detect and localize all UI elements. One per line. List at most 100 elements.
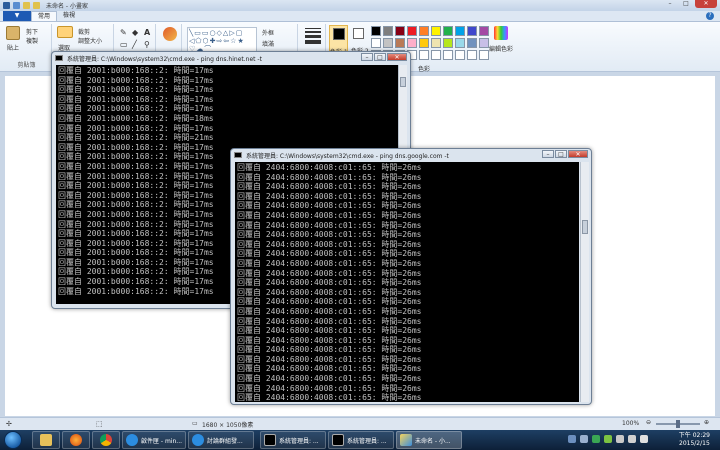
zoom-in-icon[interactable]: ⊕ (704, 419, 709, 426)
color-swatch[interactable] (443, 26, 453, 36)
file-menu-button[interactable]: ▼ (3, 11, 31, 21)
color-swatch[interactable] (455, 50, 465, 60)
color-swatch[interactable] (419, 38, 429, 48)
color-swatch[interactable] (479, 50, 489, 60)
clock[interactable]: 下午 02:29 2015/2/15 (679, 432, 710, 448)
taskbar-ie-2[interactable]: 討論群組發... (188, 431, 254, 449)
console-line: 回覆自 2001:b000:168::2: 時間=17ms (58, 209, 214, 219)
color-swatch[interactable] (467, 50, 477, 60)
save-icon[interactable] (13, 2, 20, 9)
console-line: 回覆自 2404:6800:4008:c01::65: 時間=26ms (237, 191, 422, 201)
color-swatch[interactable] (431, 50, 441, 60)
size-icon[interactable] (305, 28, 321, 44)
taskbar-paint[interactable]: 未命名 - 小... (396, 431, 462, 449)
console-line: 回覆自 2404:6800:4008:c01::65: 時間=26ms (237, 383, 422, 393)
cut-button[interactable]: 剪下 (26, 27, 38, 36)
eraser-icon[interactable]: ▭ (120, 40, 128, 49)
paint-titlebar[interactable]: 未命名 - 小畫家 – □ ✕ (0, 0, 720, 11)
color-swatch[interactable] (419, 26, 429, 36)
cmd-maximize-button[interactable]: □ (374, 53, 386, 61)
paste-icon[interactable] (6, 26, 20, 40)
flag-icon[interactable] (628, 435, 636, 443)
start-button[interactable] (4, 431, 22, 449)
zoom-out-icon[interactable]: ⊖ (646, 419, 651, 426)
clipboard-group: 貼上 剪下 複製 剪貼簿 (2, 24, 52, 70)
cmd-titlebar[interactable]: 系統管理員: C:\Windows\system32\cmd.exe - pin… (231, 149, 591, 161)
console-line: 回覆自 2404:6800:4008:c01::65: 時間=26ms (237, 182, 422, 192)
fill-icon[interactable]: ◆ (132, 28, 138, 37)
edit-colors-icon[interactable] (494, 26, 508, 40)
taskbar-firefox[interactable] (62, 431, 90, 449)
color-swatch[interactable] (431, 26, 441, 36)
redo-icon[interactable] (33, 2, 40, 9)
copy-button[interactable]: 複製 (26, 36, 38, 45)
color-swatch[interactable] (479, 38, 489, 48)
color-swatch[interactable] (443, 38, 453, 48)
outline-button[interactable]: 外框 (262, 28, 274, 37)
cmd-close-button[interactable]: ✕ (568, 150, 588, 158)
paint-minimize-button[interactable]: – (663, 0, 677, 8)
color-swatch[interactable] (395, 38, 405, 48)
cmd-close-button[interactable]: ✕ (387, 53, 407, 61)
cmd-minimize-button[interactable]: – (361, 53, 373, 61)
console-line: 回覆自 2404:6800:4008:c01::65: 時間=26ms (237, 172, 422, 182)
shapes-gallery[interactable]: ╲▭▭○◇△▷▢ ◁⬠⬡✚⇨⇦☆★ ♡☁⌒ (187, 27, 257, 53)
console-line: 回覆自 2404:6800:4008:c01::65: 時間=26ms (237, 287, 422, 297)
paint-app-icon[interactable] (3, 2, 10, 9)
brushes-icon[interactable] (163, 27, 177, 41)
console-lines: 回覆自 2404:6800:4008:c01::65: 時間=26ms 回覆自 2… (237, 163, 422, 402)
select-icon[interactable] (57, 26, 73, 38)
picker-icon[interactable]: ╱ (132, 40, 137, 49)
network-icon[interactable] (616, 435, 624, 443)
undo-icon[interactable] (23, 2, 30, 9)
color-swatch[interactable] (443, 50, 453, 60)
cmd-titlebar[interactable]: 系統管理員: C:\Windows\system32\cmd.exe - pin… (52, 52, 410, 64)
color-swatch[interactable] (455, 26, 465, 36)
color-swatch[interactable] (383, 26, 393, 36)
console-line: 回覆自 2404:6800:4008:c01::65: 時間=26ms (237, 210, 422, 220)
tray-icon[interactable] (568, 435, 576, 443)
taskbar-cmd-1[interactable]: 系統管理員: ... (260, 431, 326, 449)
tray-icon[interactable] (580, 435, 588, 443)
taskbar-chrome[interactable] (92, 431, 120, 449)
tab-home[interactable]: 常用 (31, 11, 58, 21)
tray-icon[interactable] (592, 435, 600, 443)
cmd-window-google[interactable]: 系統管理員: C:\Windows\system32\cmd.exe - pin… (230, 148, 592, 405)
color-swatch[interactable] (371, 38, 381, 48)
color-swatch[interactable] (395, 26, 405, 36)
color-swatch[interactable] (467, 38, 477, 48)
tab-view[interactable]: 檢視 (57, 11, 81, 21)
cmd-maximize-button[interactable]: □ (555, 150, 567, 158)
edit-colors-button[interactable]: 編輯色彩 (489, 44, 513, 53)
cmd-scrollbar[interactable] (580, 162, 589, 402)
color-swatch[interactable] (419, 50, 429, 60)
taskbar-ie-1[interactable]: 啟件匣 - min... (122, 431, 186, 449)
cmd-minimize-button[interactable]: – (542, 150, 554, 158)
zoom-slider[interactable] (656, 420, 700, 428)
volume-icon[interactable] (640, 435, 648, 443)
paste-button[interactable]: 貼上 (7, 43, 19, 52)
paint-icon (400, 434, 412, 446)
console-line: 回覆自 2001:b000:168::2: 時間=17ms (58, 75, 214, 85)
color-swatch[interactable] (407, 38, 417, 48)
help-icon[interactable]: ? (706, 12, 714, 20)
taskbar-folder[interactable] (32, 431, 60, 449)
color-swatch[interactable] (479, 26, 489, 36)
color-swatch[interactable] (371, 26, 381, 36)
color-swatch[interactable] (455, 38, 465, 48)
text-icon[interactable]: A (144, 28, 150, 37)
tray-icon[interactable] (604, 435, 612, 443)
magnifier-icon[interactable]: ⚲ (144, 40, 150, 49)
crop-button[interactable]: 裁剪 (78, 27, 90, 36)
color-swatch[interactable] (407, 26, 417, 36)
color-swatch[interactable] (467, 26, 477, 36)
paint-maximize-button[interactable]: □ (679, 0, 693, 8)
resize-button[interactable]: 調整大小 (78, 36, 102, 45)
console-output[interactable]: 回覆自 2404:6800:4008:c01::65: 時間=26ms 回覆自 2… (235, 162, 579, 402)
color-swatch[interactable] (431, 38, 441, 48)
fill-button[interactable]: 填滿 (262, 39, 274, 48)
color-swatch[interactable] (383, 38, 393, 48)
paint-close-button[interactable]: ✕ (695, 0, 717, 8)
pencil-icon[interactable]: ✎ (120, 28, 127, 37)
taskbar-cmd-2[interactable]: 系統管理員: ... (328, 431, 394, 449)
